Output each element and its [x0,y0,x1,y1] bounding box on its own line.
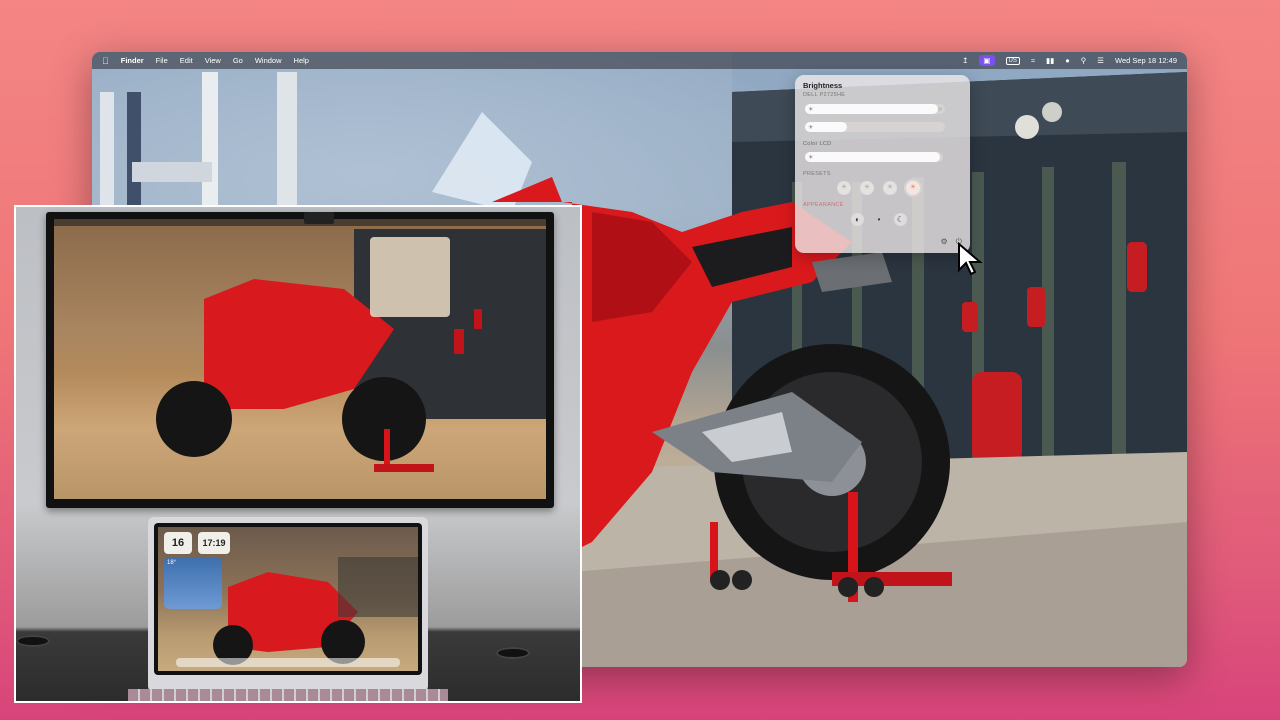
brightness-panel: Brightness DELL P2725HE ☀ ☀ Color LCD ☀ … [795,75,970,253]
menu-bar:  Finder File Edit View Go Window Help ↥… [92,52,1187,69]
keyboard-layout-indicator[interactable]: US [1005,56,1020,65]
search-icon[interactable]: ⚲ [1081,56,1087,65]
presets-row: ☀ ☀ ☀ ☀ [837,181,920,195]
monitor-wallpaper [156,229,546,472]
sun-icon: ☀ [808,107,814,113]
display1-secondary-slider[interactable]: ☀ [805,122,945,132]
control-center-icon[interactable]: ☰ [1097,56,1104,65]
preset-2-button[interactable]: ☀ [860,181,874,195]
preset-3-button[interactable]: ☀ [883,181,897,195]
auto-appearance-icon[interactable]: ◐ [851,213,864,226]
external-monitor-screen [54,219,546,499]
menu-help[interactable]: Help [294,56,309,65]
preset-4-button[interactable]: ☀ [906,181,920,195]
laptop-dock[interactable] [176,658,400,667]
sun-icon: ☀ [808,155,814,161]
upload-icon[interactable]: ↥ [962,56,968,65]
menu-file[interactable]: File [156,56,168,65]
settings-gear-icon[interactable]: ⚙ [941,237,948,247]
desk-grommet [496,647,530,659]
webcam [304,212,334,224]
menu-app-name[interactable]: Finder [121,56,144,65]
light-appearance-icon[interactable]: • [876,213,882,226]
appearance-row: ◐ • ☾ [851,213,907,226]
laptop-keyboard [128,689,448,701]
menu-view[interactable]: View [205,56,221,65]
display1-label: DELL P2725HE [803,92,846,98]
brightness-title: Brightness [803,81,843,90]
display2-label: Color LCD [803,141,832,147]
menu-go[interactable]: Go [233,56,243,65]
weather-temp: 18° [167,560,177,566]
display-control-icon[interactable]: ▣ [979,55,995,66]
menu-window[interactable]: Window [255,56,282,65]
display1-brightness-slider[interactable]: ☀ [805,104,945,114]
clock-widget[interactable]: 17:19 [198,532,230,554]
preset-1-button[interactable]: ☀ [837,181,851,195]
user-icon[interactable]: ● [1065,56,1070,65]
monitor-brightness-panel [370,237,450,317]
display2-brightness-slider[interactable]: ☀ [805,152,943,162]
sun-icon: ☀ [808,125,814,131]
menubar-clock[interactable]: Wed Sep 18 12:49 [1115,56,1177,65]
mouse-cursor-icon [958,242,983,276]
date-widget[interactable]: 16 [164,532,192,554]
dark-appearance-icon[interactable]: ☾ [894,213,907,226]
menu-edit[interactable]: Edit [180,56,193,65]
presets-label: PRESETS [803,171,831,177]
desk-grommet [16,635,50,647]
setup-photo: 16 17:19 18° [14,205,582,703]
external-monitor [46,212,554,508]
battery-icon[interactable]: ▮▮ [1046,56,1054,65]
apple-menu-icon[interactable]:  [102,56,109,66]
laptop: 16 17:19 18° [128,517,448,701]
wifi-icon[interactable]: ≈ [1031,56,1035,65]
laptop-screen: 16 17:19 18° [154,523,422,675]
weather-widget[interactable]: 18° [164,557,222,609]
appearance-label: APPEARANCE [803,202,844,208]
